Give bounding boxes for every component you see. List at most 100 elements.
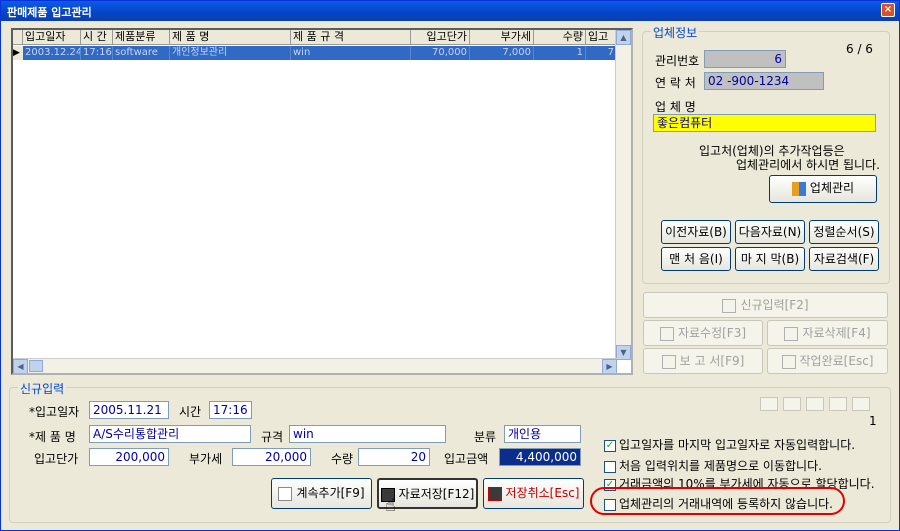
current-row-arrow-icon: ▶ [13, 46, 23, 60]
done-button[interactable]: 작업완료[Esc] [767, 348, 888, 374]
edit-button[interactable]: 자료수정[F3] [643, 320, 763, 346]
printer-icon [661, 354, 676, 369]
record-counter: 6 / 6 [846, 42, 873, 56]
table-row[interactable]: 2003.12.24 17:16 software 개인정보관리 win 70,… [23, 46, 627, 60]
column-header[interactable]: 입고단가 [411, 30, 470, 45]
horizontal-scrollbar[interactable]: ◀ ▶ [13, 358, 617, 373]
product-field[interactable]: A/S수리통합관리 [89, 425, 251, 443]
save-label: 자료저장[F12] [398, 487, 475, 501]
row-indicator-header [13, 30, 23, 45]
new-entry-button[interactable]: 신규입력[F2] [643, 292, 888, 318]
product-label: *제 품 명 [29, 430, 76, 444]
table-cell: 17:16 [83, 46, 113, 60]
option-focus-product[interactable]: 처음 입력위치를 제품명으로 이동합니다. [604, 457, 822, 474]
continue-add-label: 계속추가[F9] [296, 486, 365, 500]
scroll-left-icon[interactable]: ◀ [13, 359, 28, 373]
page-number: 1 [869, 414, 877, 428]
column-header[interactable]: 제품분류 [113, 30, 170, 45]
delete-button[interactable]: 자료삭제[F4] [767, 320, 888, 346]
trash-icon [784, 326, 799, 341]
vendor-id-field: 6 [704, 50, 786, 68]
delete-label: 자료삭제[F4] [802, 326, 871, 340]
last-nav-icon[interactable] [829, 397, 847, 411]
date-label: *입고일자 [29, 405, 80, 419]
column-header[interactable]: 부가세 [470, 30, 534, 45]
new-icon [722, 298, 737, 313]
vendor-name-label: 업 체 명 [655, 100, 696, 114]
qty-label: 수량 [331, 452, 354, 466]
qty-field[interactable]: 20 [358, 448, 430, 466]
column-header[interactable]: 시 간 [81, 30, 113, 45]
vendor-name-field: 좋은컴퓨터 [653, 114, 876, 132]
report-button[interactable]: 보 고 서[F9] [643, 348, 763, 374]
amount-field: 4,400,000 [499, 448, 581, 466]
vendor-manage-button[interactable]: 업체관리 [769, 175, 877, 203]
option-auto-date[interactable]: ✓ 입고일자를 마지막 입고일자로 자동입력합니다. [604, 436, 855, 453]
new-entry-label: 신규입력[F2] [740, 298, 809, 312]
column-header[interactable]: 입고 [586, 30, 617, 45]
cancel-save-label: 저장취소[Esc] [505, 486, 580, 500]
cancel-save-button[interactable]: 저장취소[Esc] [483, 478, 584, 509]
entry-group-label: 신규입력 [18, 380, 67, 397]
continue-add-button[interactable]: 계속추가[F9] [271, 478, 372, 509]
time-label: 시간 [179, 405, 202, 419]
column-header[interactable]: 제 품 명 [170, 30, 291, 45]
scroll-down-icon[interactable]: ▼ [616, 345, 631, 360]
vendor-manage-label: 업체관리 [809, 181, 855, 195]
app-window: 판매제품 입고관리 × 입고일자 시 간 제품분류 제 품 명 제 품 규 격 … [0, 0, 900, 531]
hand-cursor-icon: ☝ [385, 495, 396, 516]
records-grid[interactable]: 입고일자 시 간 제품분류 제 품 명 제 품 규 격 입고단가 부가세 수량 … [11, 28, 633, 375]
first-record-button[interactable]: 맨 처 음(I) [661, 247, 731, 271]
done-label: 작업완료[Esc] [799, 354, 874, 368]
price-label: 입고단가 [34, 452, 79, 466]
table-cell: 1 [534, 46, 586, 60]
window-title: 판매제품 입고관리 [7, 6, 92, 19]
building-icon [791, 181, 806, 196]
vat-label: 부가세 [189, 452, 223, 466]
scroll-up-icon[interactable]: ▲ [616, 30, 631, 45]
vendor-note-2: 업체관리에서 하시면 됩니다. [736, 158, 880, 172]
table-cell: 7,000 [470, 46, 534, 60]
edit-label: 자료수정[F3] [677, 326, 747, 340]
checkbox-checked-icon[interactable]: ✓ [604, 439, 616, 452]
contact-field: 02 -900-1234 [704, 72, 824, 90]
amount-label: 입고금액 [444, 452, 489, 466]
door-icon [781, 354, 796, 369]
sort-order-button[interactable]: 정렬순서(S) [809, 220, 879, 244]
highlight-ellipse [590, 487, 845, 515]
date-field[interactable]: 2005.11.21 [89, 401, 169, 419]
table-cell: win [291, 46, 411, 60]
vendor-info-group: 업체정보 관리번호 6 6 / 6 연 락 처 02 -900-1234 업 체… [642, 24, 890, 284]
scroll-right-icon[interactable]: ▶ [602, 359, 617, 373]
column-header[interactable]: 제 품 규 격 [291, 30, 411, 45]
contact-label: 연 락 처 [655, 76, 696, 90]
grid-header: 입고일자 시 간 제품분류 제 품 명 제 품 규 격 입고단가 부가세 수량 … [13, 30, 617, 45]
refresh-nav-icon[interactable] [852, 397, 870, 411]
checkbox-icon[interactable] [604, 460, 616, 473]
next-record-button[interactable]: 다음자료(N) [735, 220, 805, 244]
table-cell: 개인정보관리 [170, 46, 291, 60]
close-button[interactable]: × [881, 3, 895, 17]
option-label: 처음 입력위치를 제품명으로 이동합니다. [619, 459, 822, 473]
prev-record-button[interactable]: 이전자료(B) [661, 220, 731, 244]
column-header[interactable]: 수량 [534, 30, 586, 45]
next-nav-icon[interactable] [806, 397, 824, 411]
list-add-icon [278, 486, 293, 501]
vertical-scrollbar[interactable]: ▲ ▼ [615, 30, 631, 360]
vendor-group-label: 업체정보 [651, 24, 700, 41]
first-nav-icon[interactable] [760, 397, 778, 411]
edit-icon [659, 326, 674, 341]
category-label: 분류 [474, 430, 497, 444]
spec-label: 규격 [261, 430, 284, 444]
time-field[interactable]: 17:16 [209, 401, 252, 419]
column-header[interactable]: 입고일자 [23, 30, 81, 45]
scroll-thumb[interactable] [29, 360, 43, 372]
spec-field[interactable]: win [289, 425, 446, 443]
last-record-button[interactable]: 마 지 막(B) [735, 247, 805, 271]
table-cell: software [113, 46, 170, 60]
search-record-button[interactable]: 자료검색(F) [809, 247, 879, 271]
prev-nav-icon[interactable] [783, 397, 801, 411]
category-field[interactable]: 개인용 [504, 425, 581, 443]
vat-field[interactable]: 20,000 [232, 448, 311, 466]
price-field[interactable]: 200,000 [89, 448, 169, 466]
